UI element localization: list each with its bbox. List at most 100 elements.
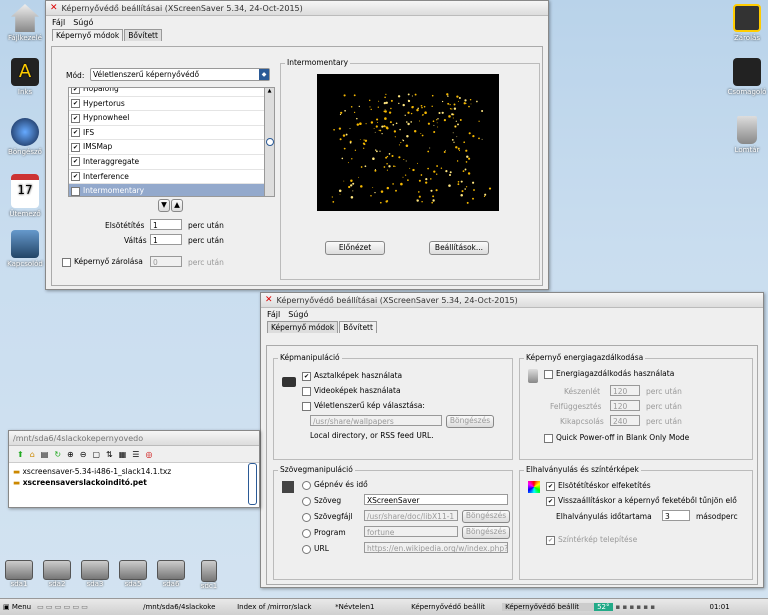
program-browse-button[interactable]: Böngészés	[462, 526, 510, 539]
refresh-icon[interactable]: ↻	[54, 450, 61, 459]
desktop-icon-scheduler[interactable]: 17 Ütemező	[0, 174, 50, 218]
file-scrollbar[interactable]	[248, 463, 257, 505]
screensaver-list-item[interactable]: ✔ Interference	[69, 170, 265, 185]
checkbox-icon[interactable]: ✔	[71, 113, 80, 123]
task-editor[interactable]: *Névtelen1	[332, 603, 408, 611]
fade-duration-spinner[interactable]: 3	[662, 510, 690, 521]
desktop-icon-archiver[interactable]: Csomagoló	[722, 58, 768, 96]
text-input[interactable]: XScreenSaver	[364, 494, 508, 505]
screensaver-list-item[interactable]: ✔ Hopalong	[69, 88, 265, 97]
help-icon[interactable]: ◎	[145, 450, 152, 459]
text-option-program[interactable]: Program	[302, 528, 346, 538]
off-spinner[interactable]: 240	[610, 415, 640, 426]
task-screensaver-2[interactable]: Képernyővédő beállít	[502, 603, 595, 611]
cycle-spinner[interactable]: 1	[150, 234, 182, 245]
checkbox-icon[interactable]: ✔	[71, 99, 80, 109]
checkbox-icon[interactable]: ✔	[71, 157, 80, 167]
desktop-icon-trash[interactable]: Lomtár	[722, 116, 768, 154]
video-images-checkbox[interactable]: Videoképek használata	[302, 386, 401, 396]
screensaver-list-item[interactable]: ✔ Hypnowheel	[69, 111, 265, 126]
menu-help[interactable]: Súgó	[288, 310, 308, 319]
checkbox-icon[interactable]: ✔	[71, 88, 80, 94]
checkbox-icon[interactable]: ✔	[71, 172, 80, 182]
text-option-file[interactable]: Szövegfájl	[302, 512, 353, 522]
preview-button[interactable]: Előnézet	[325, 241, 385, 255]
screensaver-list-item[interactable]: ✔ IMSMap	[69, 140, 265, 155]
drive-sda6[interactable]: sda6	[156, 560, 186, 588]
drives-icon[interactable]: ▤	[41, 450, 49, 459]
title-bar[interactable]: ✕ Képernyővédő beállításai (XScreenSaver…	[46, 1, 548, 16]
file-item[interactable]: ▬ xscreensaver-5.34-i486-1_slack14.1.txz	[13, 467, 255, 476]
title-bar[interactable]: /mnt/sda6/4slackokepernyovedo	[9, 431, 259, 446]
tab-advanced[interactable]: Bővített	[124, 29, 162, 41]
home-icon[interactable]: ⌂	[30, 450, 35, 459]
desktop-icon-connect[interactable]: Kapcsolód	[0, 230, 50, 268]
screensaver-list-item[interactable]: ✔ IFS	[69, 126, 265, 141]
menu-file[interactable]: Fájl	[52, 18, 65, 27]
suspend-spinner[interactable]: 120	[610, 400, 640, 411]
desktop-icon-lock[interactable]: Zárolás	[722, 4, 768, 42]
zoom-out-icon[interactable]: ⊖	[80, 450, 87, 459]
power-checkbox[interactable]: Energiagazdálkodás használata	[544, 369, 674, 379]
screensaver-list[interactable]: ✔ Hopalong ✔ Hypertorus ✔ Hypnowheel ✔ IFS ✔ IMSM…	[68, 87, 266, 197]
drive-sda2[interactable]: sda2	[42, 560, 72, 588]
colormap-checkbox[interactable]: ✔ Színtérkép telepítése	[546, 535, 637, 545]
list-view-icon[interactable]: ☰	[132, 450, 139, 459]
tray-icons[interactable]: ▪ ▪ ▪ ▪ ▪ ▪	[613, 603, 707, 611]
text-option-text[interactable]: Szöveg	[302, 496, 341, 506]
screensaver-list-item[interactable]: ✔ Intermomentary	[69, 184, 265, 196]
url-input[interactable]: https://en.wikipedia.org/w/index.php?	[364, 542, 508, 553]
up-arrow-icon[interactable]: ⬆	[17, 450, 24, 459]
sort-icon[interactable]: ⇅	[106, 450, 113, 459]
desktop-images-checkbox[interactable]: ✔ Asztalképek használata	[302, 371, 402, 381]
mode-select[interactable]: Véletlenszerű képernyővédő ◆	[90, 68, 270, 81]
tab-advanced[interactable]: Bővített	[339, 321, 377, 333]
close-icon[interactable]: ✕	[50, 3, 58, 13]
list-scrollbar[interactable]: ▲	[264, 87, 275, 197]
task-file-manager[interactable]: /mnt/sda6/4slackoke	[140, 603, 234, 611]
start-menu-button[interactable]: ▣ Menu	[0, 603, 34, 611]
move-up-button[interactable]: ▲	[171, 199, 183, 212]
close-icon[interactable]: ✕	[265, 295, 273, 305]
image-browse-button[interactable]: Böngészés	[446, 415, 494, 428]
random-image-checkbox[interactable]: Véletlenszerű kép választása:	[302, 401, 425, 411]
scroll-up-arrow-icon[interactable]: ▲	[265, 88, 274, 94]
grid-view-icon[interactable]: ▦	[119, 450, 127, 459]
thumbnail-icon[interactable]: ▢	[92, 450, 100, 459]
zoom-in-icon[interactable]: ⊕	[67, 450, 74, 459]
drive-sda1[interactable]: sda1	[4, 560, 34, 588]
tab-modes[interactable]: Képernyő módok	[52, 29, 124, 41]
settings-button[interactable]: Beállítások...	[429, 241, 489, 255]
drive-sdc1[interactable]: sdc1	[194, 560, 224, 590]
file-item[interactable]: ▬ xscreensaverslackoinditó.pet	[13, 478, 255, 487]
textfile-input[interactable]: /usr/share/doc/libX11-1	[364, 510, 458, 521]
text-option-host[interactable]: Gépnév és idő	[302, 480, 368, 490]
desktop-icon-inks[interactable]: A Inks	[0, 58, 50, 96]
blank-spinner[interactable]: 1	[150, 219, 182, 230]
scroll-thumb[interactable]	[266, 138, 274, 146]
desktop-icon-browser[interactable]: Böngésző	[0, 118, 50, 156]
checkbox-icon[interactable]: ✔	[71, 142, 80, 152]
fade-unblank-checkbox[interactable]: ✔ Visszaállításkor a képernyő feketéből t…	[546, 496, 737, 506]
task-browser[interactable]: Index of /mirror/slack	[234, 603, 332, 611]
tab-modes[interactable]: Képernyő módok	[267, 321, 339, 333]
move-down-button[interactable]: ▼	[158, 199, 170, 212]
drive-sda3[interactable]: sda3	[80, 560, 110, 588]
menu-file[interactable]: Fájl	[267, 310, 280, 319]
quick-power-checkbox[interactable]: Quick Power-off in Blank Only Mode	[544, 433, 689, 443]
lock-checkbox[interactable]: Képernyő zárolása	[62, 257, 143, 267]
title-bar[interactable]: ✕ Képernyővédő beállításai (XScreenSaver…	[261, 293, 763, 308]
screensaver-list-item[interactable]: ✔ Hypertorus	[69, 97, 265, 112]
clock[interactable]: 01:01	[707, 603, 733, 611]
lock-spinner[interactable]: 0	[150, 256, 182, 267]
screensaver-list-item[interactable]: ✔ Interaggregate	[69, 155, 265, 170]
checkbox-icon[interactable]: ✔	[71, 128, 80, 138]
standby-spinner[interactable]: 120	[610, 385, 640, 396]
task-screensaver-1[interactable]: Képernyővédő beállít	[408, 603, 502, 611]
textfile-browse-button[interactable]: Böngészés	[462, 510, 510, 523]
image-path-input[interactable]: /usr/share/wallpapers	[310, 415, 442, 426]
drive-sda5[interactable]: sda5	[118, 560, 148, 588]
program-input[interactable]: fortune	[364, 526, 458, 537]
fade-blank-checkbox[interactable]: ✔ Elsötétítéskor elfeketítés	[546, 481, 651, 491]
checkbox-icon[interactable]: ✔	[71, 186, 80, 196]
